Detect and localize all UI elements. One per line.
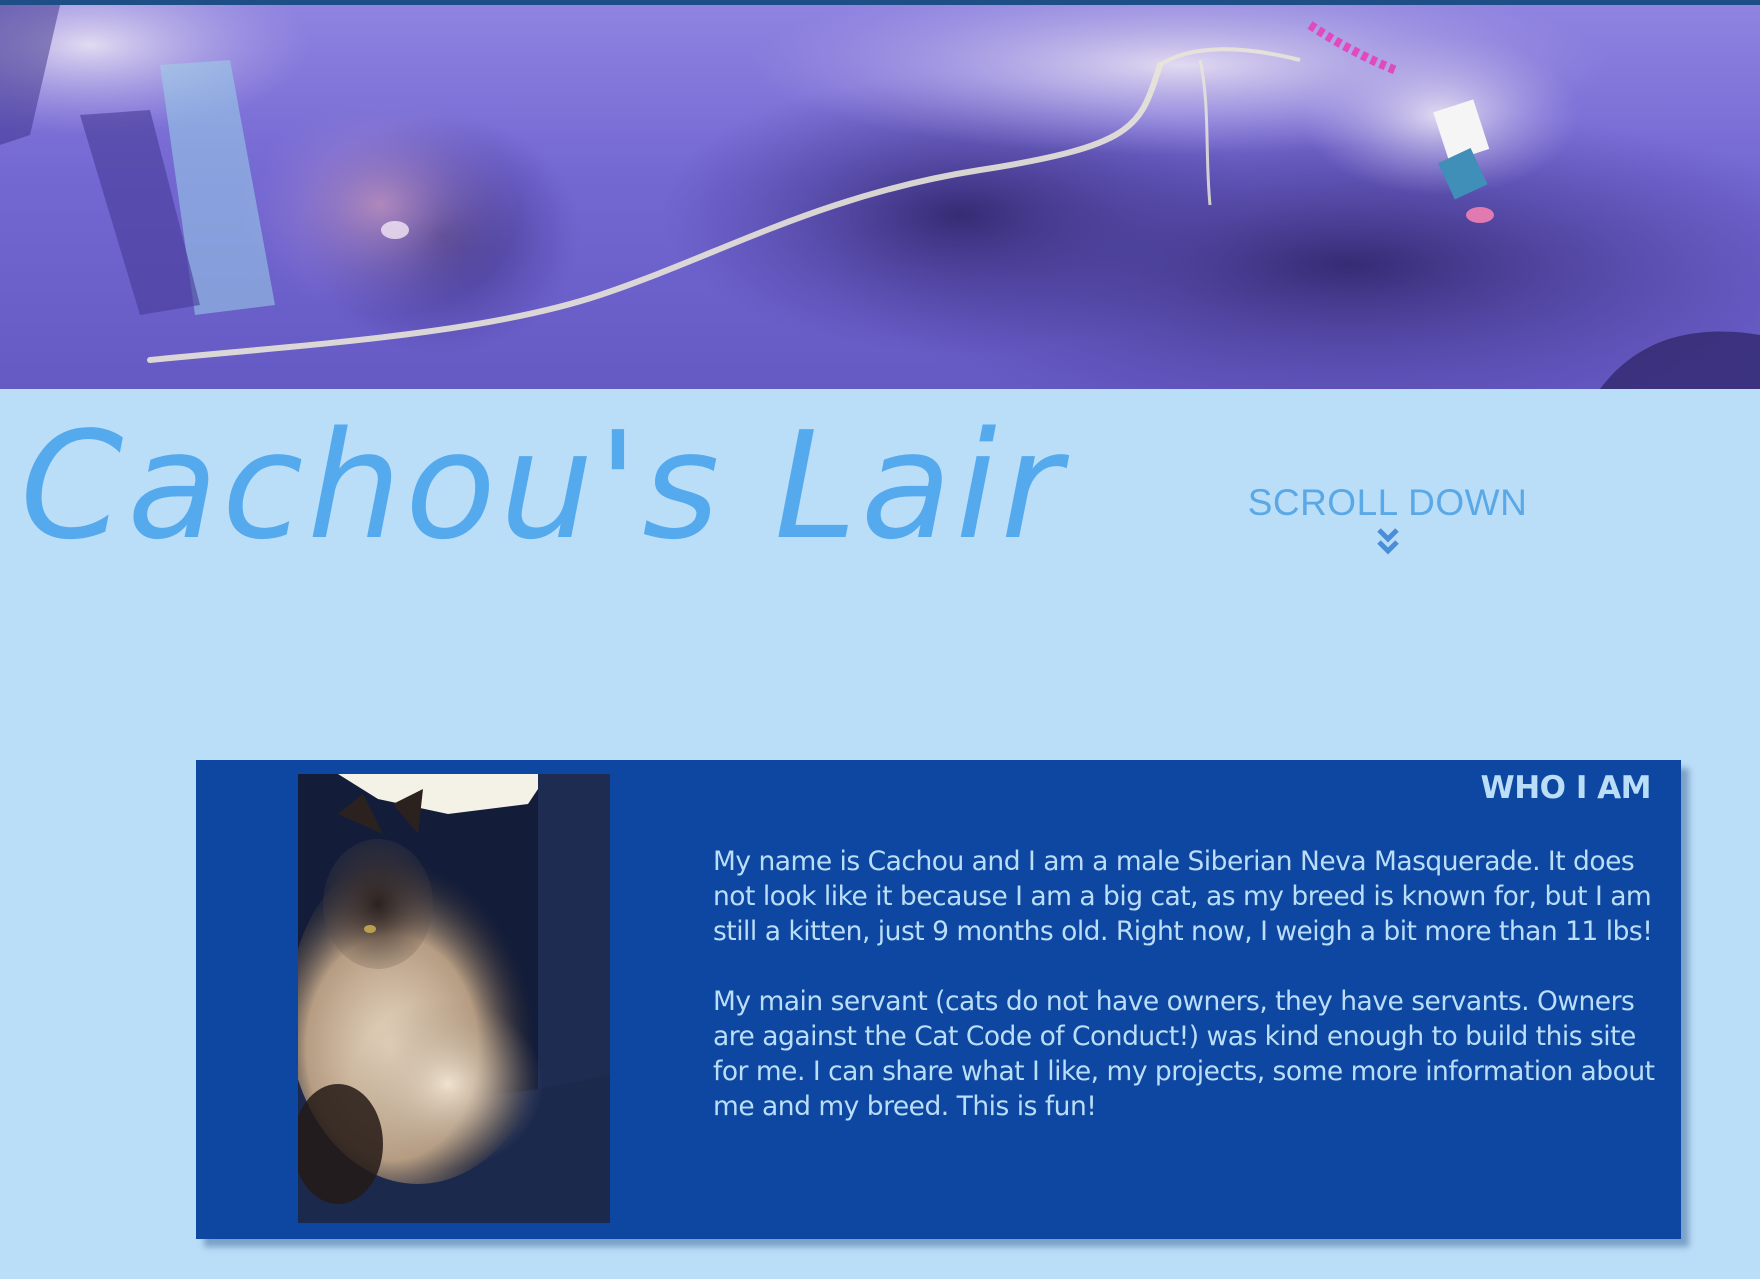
about-paragraph-1: My name is Cachou and I am a male Siberi… [713,846,1653,947]
section-heading: WHO I AM [1480,770,1652,806]
cat-with-string-hero-image [0,5,1760,389]
about-text: My name is Cachou and I am a male Siberi… [713,844,1663,1159]
about-paragraph-2: My main servant (cats do not have owners… [713,986,1655,1122]
cat-photo-image [298,774,610,1223]
double-chevron-down-icon [1376,527,1399,555]
scroll-down-button[interactable]: SCROLL DOWN [1240,482,1535,558]
hero-banner [0,5,1760,389]
site-title: Cachou's Lair [20,400,1066,572]
about-section: WHO I AM My name is Cachou and I am a ma… [196,760,1681,1239]
cat-photo [298,774,610,1223]
scroll-down-label: SCROLL DOWN [1247,482,1528,523]
